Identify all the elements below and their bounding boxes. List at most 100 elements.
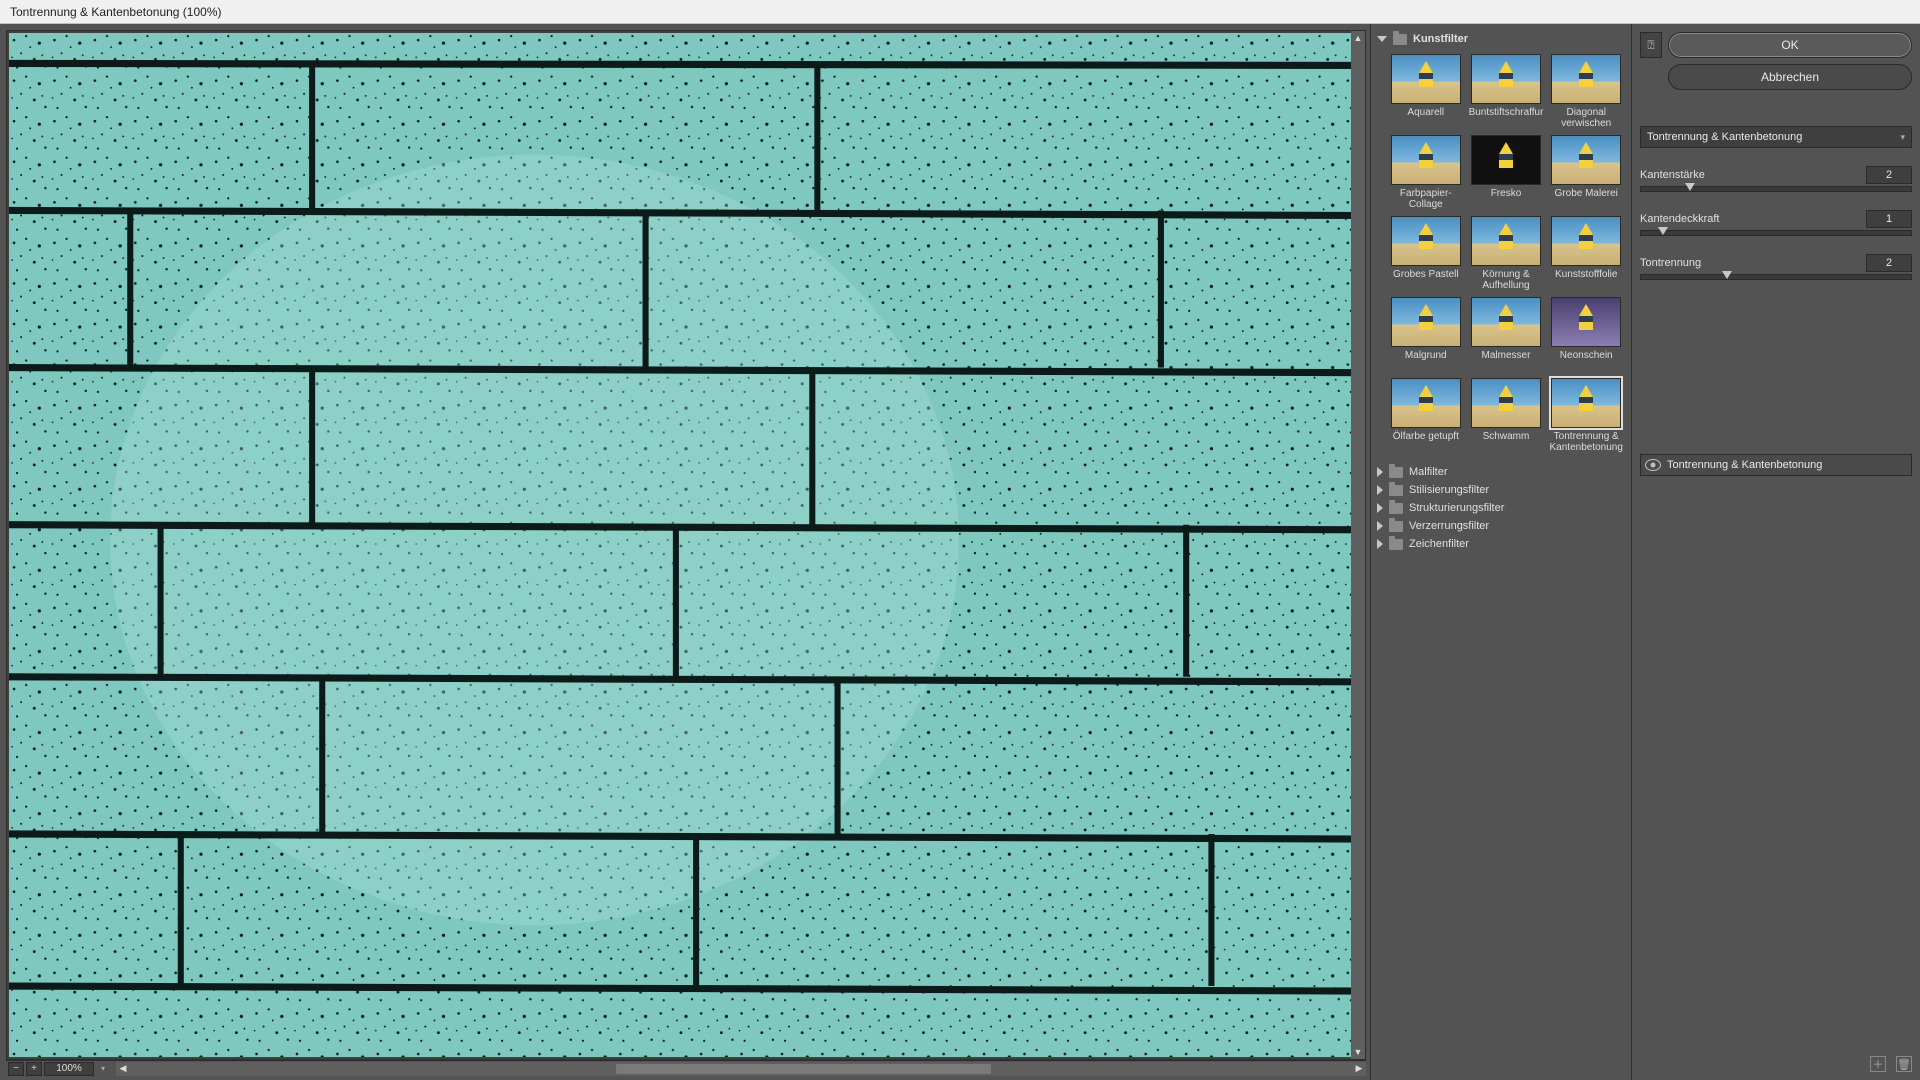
zoom-level[interactable]: 100% — [44, 1062, 94, 1076]
filter-thumb-koernung-aufhellung[interactable]: Körnung & Aufhellung — [1469, 216, 1544, 291]
scroll-right-icon[interactable]: ▶ — [1352, 1063, 1366, 1074]
disclosure-closed-icon — [1377, 503, 1383, 513]
slider-thumb-icon[interactable] — [1722, 271, 1732, 279]
filter-thumb-image — [1471, 135, 1541, 185]
filter-thumb-image — [1471, 216, 1541, 266]
trash-icon: 🗑 — [1897, 1058, 1911, 1071]
filter-thumb-buntstiftschraffur[interactable]: Buntstiftschraffur — [1469, 54, 1544, 129]
param-label: Kantendeckkraft — [1640, 213, 1720, 225]
filter-thumb-label: Kunststofffolie — [1555, 269, 1617, 291]
filter-thumb-aquarell[interactable]: Aquarell — [1389, 54, 1463, 129]
filter-thumb-malmesser[interactable]: Malmesser — [1469, 297, 1544, 372]
folder-icon — [1389, 503, 1403, 514]
filter-thumb-grobes-pastell[interactable]: Grobes Pastell — [1389, 216, 1463, 291]
filter-thumb-label: Aquarell — [1407, 107, 1444, 129]
new-effect-layer-button[interactable]: ＋ — [1870, 1056, 1886, 1072]
hscroll-thumb[interactable] — [616, 1064, 991, 1074]
filter-select-dropdown[interactable]: Tontrennung & Kantenbetonung ▾ — [1640, 126, 1912, 148]
category-kunstfilter[interactable]: Kunstfilter — [1375, 30, 1627, 48]
controls-panel: ⍰ OK Abbrechen Tontrennung & Kantenbeton… — [1632, 24, 1920, 1080]
posterization-input[interactable] — [1866, 254, 1912, 272]
category-strukturierungsfilter[interactable]: Strukturierungsfilter — [1375, 499, 1627, 517]
cancel-button-label: Abbrechen — [1761, 70, 1819, 84]
filter-thumb-malgrund[interactable]: Malgrund — [1389, 297, 1463, 372]
folder-icon — [1389, 521, 1403, 532]
filter-select-value: Tontrennung & Kantenbetonung — [1647, 131, 1802, 143]
filter-gallery-body: ▲ ▼ − + 100% ▾ ◀ ▶ Kunstfilter — [0, 24, 1920, 1080]
delete-effect-layer-button[interactable]: 🗑 — [1896, 1056, 1912, 1072]
slider-thumb-icon[interactable] — [1685, 183, 1695, 191]
category-malfilter[interactable]: Malfilter — [1375, 463, 1627, 481]
filter-thumb-label: Ölfarbe getupft — [1393, 431, 1459, 453]
category-label: Zeichenfilter — [1409, 538, 1469, 550]
filter-thumb-label: Fresko — [1491, 188, 1522, 210]
filter-thumb-label: Schwamm — [1483, 431, 1530, 453]
disclosure-closed-icon — [1377, 467, 1383, 477]
zoom-controls: − + 100% ▾ — [6, 1062, 110, 1076]
filter-thumb-image — [1551, 378, 1621, 428]
filter-thumb-image — [1391, 135, 1461, 185]
preview-image[interactable] — [9, 33, 1363, 1057]
category-label: Kunstfilter — [1413, 33, 1468, 45]
param-label: Tontrennung — [1640, 257, 1701, 269]
filter-thumb-label: Neonschein — [1560, 350, 1613, 372]
filter-thumb-label: Grobe Malerei — [1555, 188, 1618, 210]
disclosure-closed-icon — [1377, 539, 1383, 549]
category-stilisierungsfilter[interactable]: Stilisierungsfilter — [1375, 481, 1627, 499]
chevron-down-icon: ▾ — [1900, 132, 1905, 143]
filter-thumb-fresko[interactable]: Fresko — [1469, 135, 1544, 210]
slider-thumb-icon[interactable] — [1658, 227, 1668, 235]
preview-vertical-scrollbar[interactable]: ▲ ▼ — [1351, 31, 1365, 1059]
filter-thumb-kunststofffolie[interactable]: Kunststofffolie — [1549, 216, 1623, 291]
filter-thumb-tontrennung-kantenbetonung[interactable]: Tontrennung & Kantenbetonung — [1549, 378, 1623, 453]
edge-intensity-input[interactable] — [1866, 210, 1912, 228]
edge-thickness-slider[interactable] — [1640, 186, 1912, 192]
effect-layer-row[interactable]: Tontrennung & Kantenbetonung — [1640, 454, 1912, 476]
filter-thumb-diagonal-verwischen[interactable]: Diagonal verwischen — [1549, 54, 1623, 129]
edge-thickness-input[interactable] — [1866, 166, 1912, 184]
folder-icon — [1389, 539, 1403, 550]
filter-thumb-farbpapier-collage[interactable]: Farbpapier-Collage — [1389, 135, 1463, 210]
filter-thumb-grobe-malerei[interactable]: Grobe Malerei — [1549, 135, 1623, 210]
category-verzerrungsfilter[interactable]: Verzerrungsfilter — [1375, 517, 1627, 535]
preview-panel: ▲ ▼ − + 100% ▾ ◀ ▶ — [0, 24, 1370, 1080]
edge-intensity-slider[interactable] — [1640, 230, 1912, 236]
filter-thumb-schwamm[interactable]: Schwamm — [1469, 378, 1544, 453]
zoom-in-button[interactable]: + — [26, 1062, 42, 1076]
filter-thumb-label: Malgrund — [1405, 350, 1447, 372]
posterization-slider[interactable] — [1640, 274, 1912, 280]
filter-thumb-image — [1391, 378, 1461, 428]
filter-thumb-oelfarbe-getupft[interactable]: Ölfarbe getupft — [1389, 378, 1463, 453]
category-label: Strukturierungsfilter — [1409, 502, 1504, 514]
filter-thumb-label: Buntstiftschraffur — [1469, 107, 1544, 129]
disclosure-open-icon — [1377, 36, 1387, 42]
category-zeichenfilter[interactable]: Zeichenfilter — [1375, 535, 1627, 553]
toggle-thumbnails-button[interactable]: ⍰ — [1640, 32, 1662, 58]
filter-thumb-neonschein[interactable]: Neonschein — [1549, 297, 1623, 372]
window-title: Tontrennung & Kantenbetonung (100%) — [10, 5, 222, 19]
scroll-up-icon[interactable]: ▲ — [1351, 31, 1365, 45]
toggle-thumbnails-icon: ⍰ — [1647, 38, 1654, 53]
eye-icon[interactable] — [1645, 459, 1661, 471]
filter-thumb-label: Diagonal verwischen — [1549, 107, 1623, 129]
preview-horizontal-scrollbar[interactable]: ◀ ▶ — [116, 1062, 1366, 1076]
folder-icon — [1389, 485, 1403, 496]
param-posterization: Tontrennung — [1640, 254, 1912, 294]
filter-thumb-image — [1391, 216, 1461, 266]
ok-button[interactable]: OK — [1668, 32, 1912, 58]
effect-layer-toolbar: ＋ 🗑 — [1640, 1046, 1912, 1072]
disclosure-closed-icon — [1377, 521, 1383, 531]
preview-footer: − + 100% ▾ ◀ ▶ — [6, 1060, 1366, 1076]
cancel-button[interactable]: Abbrechen — [1668, 64, 1912, 90]
vscroll-track[interactable] — [1351, 45, 1365, 1045]
filter-browser: Kunstfilter Aquarell Buntstiftschraffur … — [1370, 24, 1632, 1080]
zoom-out-button[interactable]: − — [8, 1062, 24, 1076]
chevron-down-icon[interactable]: ▾ — [96, 1062, 110, 1076]
scroll-left-icon[interactable]: ◀ — [116, 1063, 130, 1074]
scroll-down-icon[interactable]: ▼ — [1351, 1045, 1365, 1059]
filter-thumb-label: Körnung & Aufhellung — [1469, 269, 1544, 291]
disclosure-closed-icon — [1377, 485, 1383, 495]
preview-image-container: ▲ ▼ — [6, 30, 1366, 1060]
filter-thumb-label: Grobes Pastell — [1393, 269, 1459, 291]
new-effect-layer-icon: ＋ — [1873, 1056, 1884, 1072]
